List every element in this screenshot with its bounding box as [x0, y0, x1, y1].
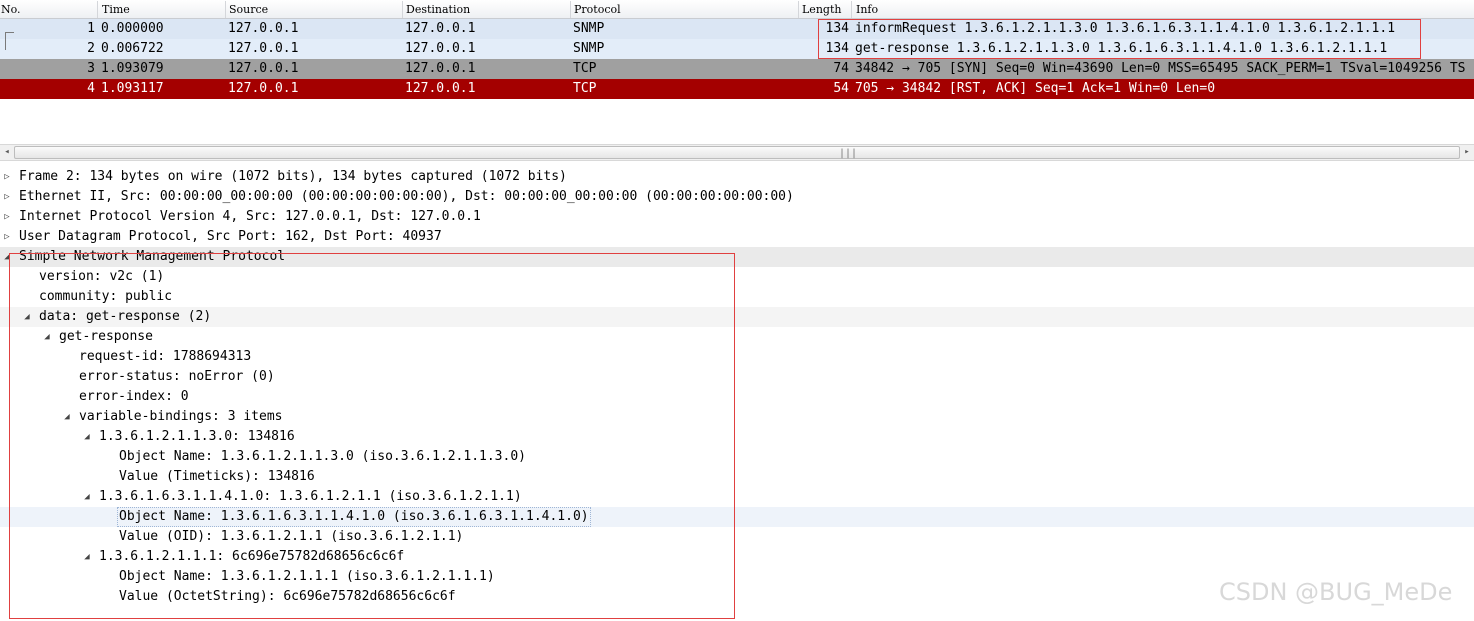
column-header-info[interactable]: Info: [856, 3, 878, 17]
tree-item-label: Simple Network Management Protocol: [19, 249, 286, 264]
tree-item-binding-3[interactable]: ◢ 1.3.6.1.2.1.1.1: 6c696e75782d68656c6c6…: [0, 547, 1474, 567]
tree-item-udp[interactable]: ▷ User Datagram Protocol, Src Port: 162,…: [0, 227, 1474, 247]
packet-row[interactable]: 3 1.093079 127.0.0.1 127.0.0.1 TCP 74 34…: [0, 59, 1474, 79]
column-header-time[interactable]: Time: [102, 3, 130, 17]
tree-item-label: version: v2c (1): [39, 269, 165, 284]
tree-item-label: Frame 2: 134 bytes on wire (1072 bits), …: [19, 169, 567, 184]
scroll-left-arrow-icon[interactable]: ◂: [0, 145, 14, 160]
tree-item-data[interactable]: ◢ data: get-response (2): [0, 307, 1474, 327]
tree-item-label: Value (OctetString): 6c696e75782d68656c6…: [119, 589, 456, 604]
expand-arrow-icon[interactable]: ▷: [2, 207, 12, 227]
packet-info: informRequest 1.3.6.1.2.1.1.3.0 1.3.6.1.…: [855, 21, 1396, 36]
packet-row[interactable]: 1 0.000000 127.0.0.1 127.0.0.1 SNMP 134 …: [0, 19, 1474, 39]
tree-item-label: Value (OID): 1.3.6.1.2.1.1 (iso.3.6.1.2.…: [119, 529, 464, 544]
packet-length: 134: [825, 21, 849, 36]
tree-item-binding-2[interactable]: ◢ 1.3.6.1.6.3.1.1.4.1.0: 1.3.6.1.2.1.1 (…: [0, 487, 1474, 507]
packet-row[interactable]: 4 1.093117 127.0.0.1 127.0.0.1 TCP 54 70…: [0, 79, 1474, 99]
column-header-destination[interactable]: Destination: [406, 3, 470, 17]
packet-row-selected[interactable]: 2 0.006722 127.0.0.1 127.0.0.1 SNMP 134 …: [0, 39, 1474, 59]
scrollbar-grip-icon: |||: [839, 148, 858, 159]
expand-arrow-icon[interactable]: ▷: [2, 227, 12, 247]
collapse-arrow-icon[interactable]: ◢: [82, 487, 92, 507]
tree-item-variable-bindings[interactable]: ◢ variable-bindings: 3 items: [0, 407, 1474, 427]
tree-item-label: Value (Timeticks): 134816: [119, 469, 315, 484]
tree-item-frame[interactable]: ▷ Frame 2: 134 bytes on wire (1072 bits)…: [0, 167, 1474, 187]
tree-item-ip[interactable]: ▷ Internet Protocol Version 4, Src: 127.…: [0, 207, 1474, 227]
collapse-arrow-icon[interactable]: ◢: [82, 427, 92, 447]
tree-item-label: 1.3.6.1.2.1.1.1: 6c696e75782d68656c6c6f: [99, 549, 405, 564]
collapse-arrow-icon[interactable]: ◢: [2, 247, 12, 267]
tree-item-error-index[interactable]: error-index: 0: [0, 387, 1474, 407]
column-separator[interactable]: [798, 1, 799, 18]
tree-item-label: get-response: [59, 329, 153, 344]
column-separator[interactable]: [851, 1, 852, 18]
column-separator[interactable]: [570, 1, 571, 18]
collapse-arrow-icon[interactable]: ◢: [82, 547, 92, 567]
tree-item-label: 1.3.6.1.6.3.1.1.4.1.0: 1.3.6.1.2.1.1 (is…: [99, 489, 522, 504]
column-separator[interactable]: [97, 1, 98, 18]
scroll-right-arrow-icon[interactable]: ▸: [1460, 145, 1474, 160]
packet-length: 54: [833, 81, 849, 96]
tree-item-label: community: public: [39, 289, 173, 304]
column-separator[interactable]: [225, 1, 226, 18]
packet-length: 74: [833, 61, 849, 76]
column-header-protocol[interactable]: Protocol: [574, 3, 621, 17]
horizontal-scrollbar[interactable]: ◂ ||| ▸: [0, 144, 1474, 161]
column-separator[interactable]: [402, 1, 403, 18]
column-header-no[interactable]: No.: [1, 3, 21, 17]
tree-item-value[interactable]: Value (Timeticks): 134816: [0, 467, 1474, 487]
expand-arrow-icon[interactable]: ▷: [2, 187, 12, 207]
tree-item-label: Internet Protocol Version 4, Src: 127.0.…: [19, 209, 481, 224]
tree-item-label: Object Name: 1.3.6.1.2.1.1.3.0 (iso.3.6.…: [119, 449, 526, 464]
tree-item-object-name[interactable]: Object Name: 1.3.6.1.2.1.1.3.0 (iso.3.6.…: [0, 447, 1474, 467]
packet-info: 705 → 34842 [RST, ACK] Seq=1 Ack=1 Win=0…: [855, 81, 1216, 96]
related-packet-bracket-icon: [5, 32, 14, 50]
column-header-length[interactable]: Length: [802, 3, 841, 17]
tree-item-label: error-index: 0: [79, 389, 189, 404]
tree-item-get-response[interactable]: ◢ get-response: [0, 327, 1474, 347]
tree-item-label: 1.3.6.1.2.1.1.3.0: 134816: [99, 429, 295, 444]
watermark: CSDN @BUG_MeDe: [1219, 578, 1453, 606]
packet-length: 134: [825, 41, 849, 56]
packet-info: get-response 1.3.6.1.2.1.1.3.0 1.3.6.1.6…: [855, 41, 1388, 56]
tree-item-ethernet[interactable]: ▷ Ethernet II, Src: 00:00:00_00:00:00 (0…: [0, 187, 1474, 207]
tree-item-value[interactable]: Value (OID): 1.3.6.1.2.1.1 (iso.3.6.1.2.…: [0, 527, 1474, 547]
packet-list-header: No. Time Source Destination Protocol Len…: [0, 0, 1474, 19]
tree-item-label: error-status: noError (0): [79, 369, 275, 384]
tree-item-label: Ethernet II, Src: 00:00:00_00:00:00 (00:…: [19, 189, 794, 204]
collapse-arrow-icon[interactable]: ◢: [22, 307, 32, 327]
tree-item-label: request-id: 1788694313: [79, 349, 252, 364]
column-header-source[interactable]: Source: [229, 3, 268, 17]
tree-item-community[interactable]: community: public: [0, 287, 1474, 307]
tree-item-label: data: get-response (2): [39, 309, 212, 324]
tree-item-label: variable-bindings: 3 items: [79, 409, 283, 424]
scrollbar-thumb[interactable]: |||: [14, 146, 1460, 159]
collapse-arrow-icon[interactable]: ◢: [42, 327, 52, 347]
collapse-arrow-icon[interactable]: ◢: [62, 407, 72, 427]
tree-item-label: Object Name: 1.3.6.1.2.1.1.1 (iso.3.6.1.…: [119, 569, 495, 584]
tree-item-error-status[interactable]: error-status: noError (0): [0, 367, 1474, 387]
tree-item-object-name-selected[interactable]: Object Name: 1.3.6.1.6.3.1.1.4.1.0 (iso.…: [0, 507, 1474, 527]
tree-item-snmp[interactable]: ◢ Simple Network Management Protocol: [0, 247, 1474, 267]
tree-item-version[interactable]: version: v2c (1): [0, 267, 1474, 287]
tree-item-request-id[interactable]: request-id: 1788694313: [0, 347, 1474, 367]
tree-item-label: User Datagram Protocol, Src Port: 162, D…: [19, 229, 442, 244]
tree-item-label: Object Name: 1.3.6.1.6.3.1.1.4.1.0 (iso.…: [117, 507, 591, 527]
expand-arrow-icon[interactable]: ▷: [2, 167, 12, 187]
packet-info: 34842 → 705 [SYN] Seq=0 Win=43690 Len=0 …: [855, 61, 1466, 76]
tree-item-binding-1[interactable]: ◢ 1.3.6.1.2.1.1.3.0: 134816: [0, 427, 1474, 447]
